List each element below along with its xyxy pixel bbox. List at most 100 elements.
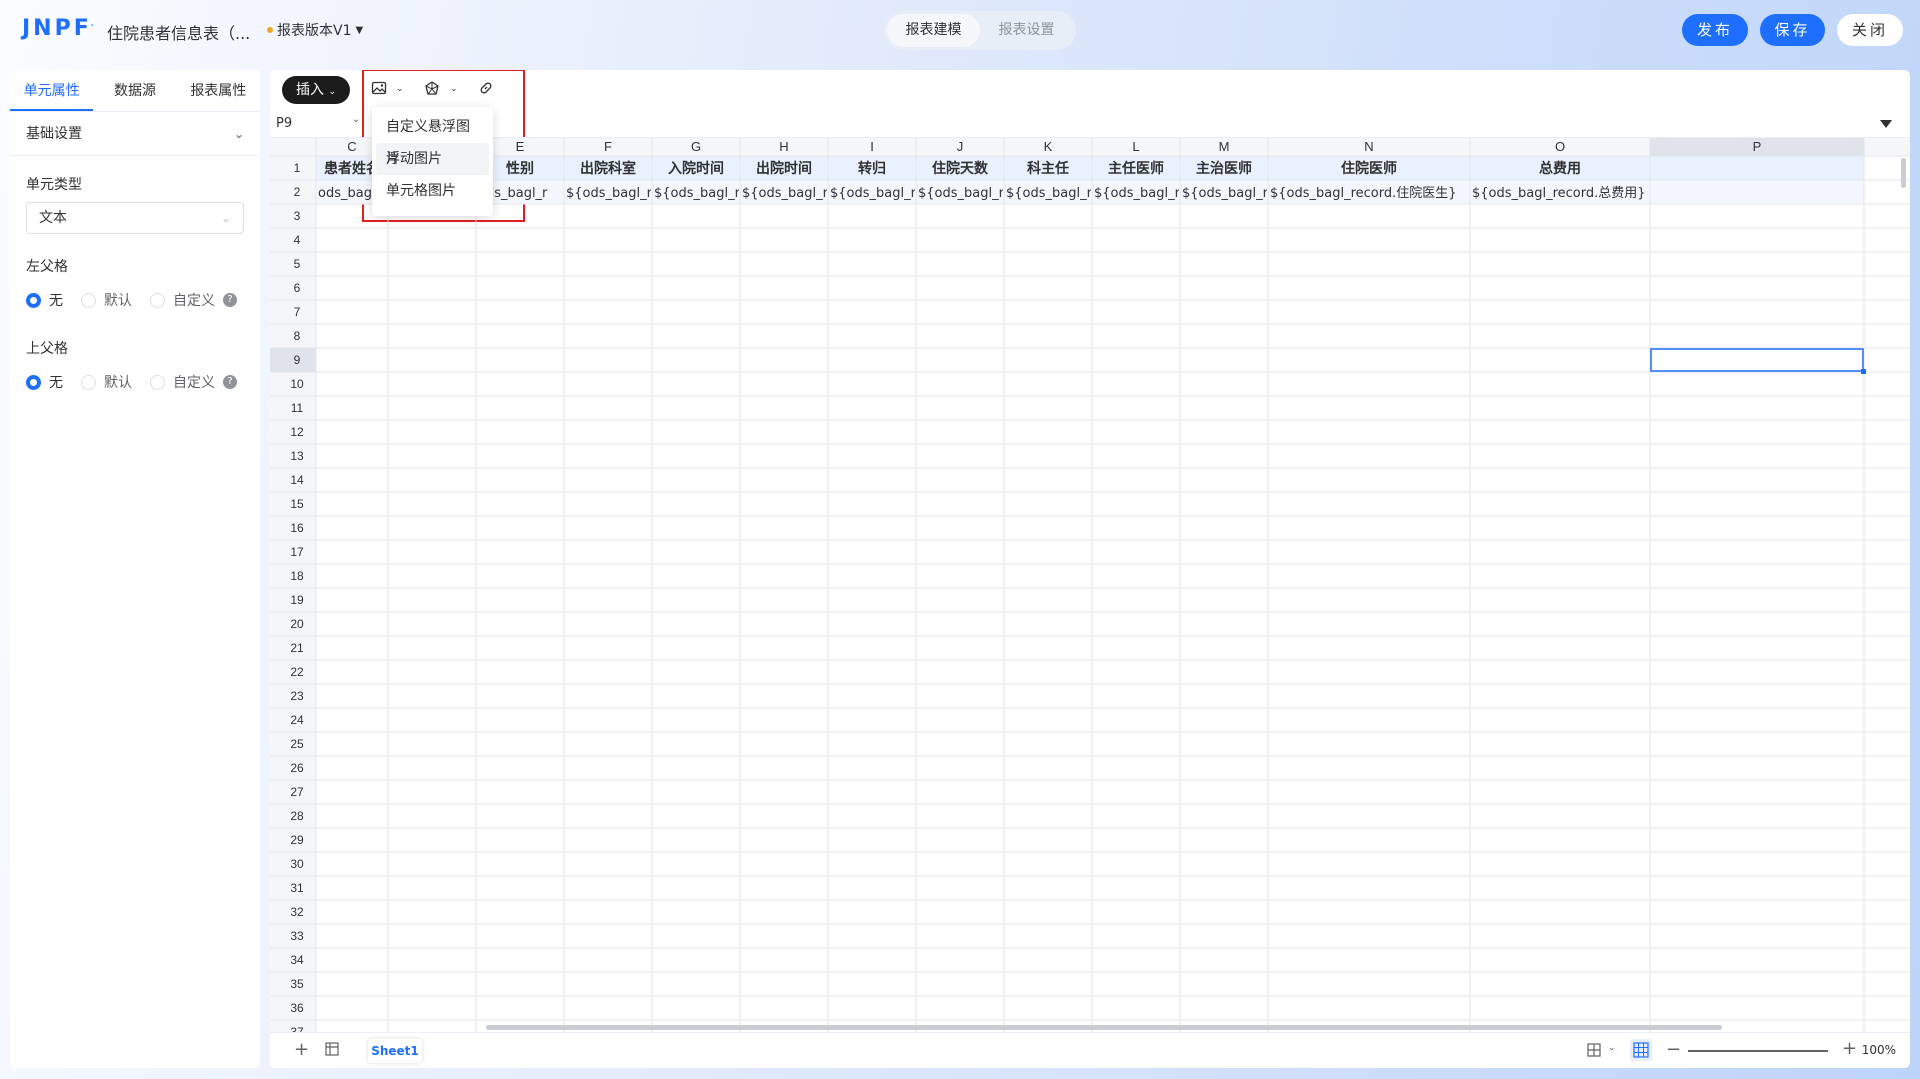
top-parent-custom[interactable]: 自定义?: [150, 372, 237, 392]
field-cell[interactable]: ${ods_bagl_r: [566, 186, 653, 201]
row-header[interactable]: 1: [294, 161, 301, 175]
freeze-icon[interactable]: [1586, 1042, 1602, 1062]
row-header[interactable]: 14: [290, 473, 304, 487]
row-header[interactable]: 16: [290, 521, 304, 535]
save-button[interactable]: 保存: [1760, 14, 1825, 46]
field-cell[interactable]: ${ods_bagl_r: [742, 186, 829, 201]
chevron-down-icon[interactable]: ⌄: [352, 114, 360, 125]
row-header[interactable]: 25: [290, 737, 304, 751]
help-icon[interactable]: ?: [223, 375, 237, 389]
cell-type-select[interactable]: 文本 ⌄: [26, 202, 244, 234]
row-header[interactable]: 17: [290, 545, 304, 559]
header-cell[interactable]: 出院科室: [580, 160, 636, 177]
column-header-h[interactable]: H: [779, 139, 788, 154]
row-header[interactable]: 36: [290, 1001, 304, 1015]
field-cell[interactable]: ods_bag: [318, 186, 372, 201]
sheet-tab[interactable]: Sheet1: [368, 1039, 422, 1063]
gridlines-icon[interactable]: [1630, 1039, 1652, 1061]
add-sheet-icon[interactable]: +: [294, 1039, 309, 1060]
row-header[interactable]: 4: [294, 233, 301, 247]
row-header[interactable]: 26: [290, 761, 304, 775]
row-header[interactable]: 30: [290, 857, 304, 871]
row-header[interactable]: 8: [294, 329, 301, 343]
tab-report-modeling[interactable]: 报表建模: [887, 14, 980, 47]
row-header[interactable]: 20: [290, 617, 304, 631]
left-parent-custom[interactable]: 自定义?: [150, 290, 237, 310]
column-header-e[interactable]: E: [516, 139, 525, 154]
row-header[interactable]: 19: [290, 593, 304, 607]
row-header[interactable]: 11: [291, 401, 304, 415]
column-header-l[interactable]: L: [1132, 139, 1139, 154]
row-header[interactable]: 23: [290, 689, 304, 703]
vertical-scrollbar[interactable]: [1901, 158, 1906, 188]
version-selector[interactable]: 报表版本V1 ▼: [267, 20, 363, 40]
expand-formula-icon[interactable]: [1880, 120, 1892, 128]
grid-canvas[interactable]: CDEFGHIJKLMNOP12345678910111213141516171…: [270, 138, 1910, 1045]
help-icon[interactable]: ?: [223, 293, 237, 307]
row-header[interactable]: 27: [290, 785, 304, 799]
zoom-out-icon[interactable]: −: [1666, 1039, 1681, 1060]
column-header-k[interactable]: K: [1044, 139, 1053, 154]
column-header-m[interactable]: M: [1219, 139, 1230, 154]
field-cell[interactable]: ${ods_bagl_r: [654, 186, 741, 201]
row-header[interactable]: 12: [290, 425, 304, 439]
close-button[interactable]: 关闭: [1837, 14, 1903, 46]
column-header-f[interactable]: F: [604, 139, 612, 154]
insert-button[interactable]: 插入 ⌄: [282, 76, 350, 104]
row-header[interactable]: 29: [290, 833, 304, 847]
field-cell[interactable]: ${ods_bagl_r: [1182, 186, 1269, 201]
column-header-g[interactable]: G: [691, 139, 701, 154]
header-cell[interactable]: 总费用: [1539, 160, 1581, 177]
top-parent-none[interactable]: 无: [26, 372, 63, 392]
header-cell[interactable]: 转归: [858, 160, 886, 177]
column-header-n[interactable]: N: [1364, 139, 1373, 154]
field-cell[interactable]: ${ods_bagl_record.住院医生}: [1270, 186, 1457, 201]
top-parent-default[interactable]: 默认: [81, 372, 132, 392]
row-header[interactable]: 28: [290, 809, 304, 823]
publish-button[interactable]: 发布: [1682, 14, 1748, 46]
field-cell[interactable]: ${ods_bagl_r: [918, 186, 1005, 201]
fill-handle[interactable]: [1861, 369, 1866, 374]
field-cell[interactable]: ${ods_bagl_record.总费用}: [1472, 186, 1646, 201]
menu-item-custom-floating-image[interactable]: 自定义悬浮图片: [376, 111, 489, 167]
row-header[interactable]: 2: [294, 185, 301, 199]
header-cell[interactable]: 主任医师: [1108, 160, 1164, 177]
column-header-i[interactable]: I: [870, 139, 874, 154]
basic-settings-header[interactable]: 基础设置 ⌄: [10, 112, 260, 156]
row-header[interactable]: 5: [294, 257, 301, 271]
left-parent-none[interactable]: 无: [26, 290, 63, 310]
row-header[interactable]: 31: [290, 881, 304, 895]
header-cell[interactable]: 科主任: [1027, 160, 1069, 177]
sheet-list-icon[interactable]: [324, 1041, 340, 1061]
header-cell[interactable]: 性别: [506, 160, 534, 177]
row-header[interactable]: 18: [290, 569, 304, 583]
zoom-slider[interactable]: [1688, 1050, 1828, 1052]
column-header-o[interactable]: O: [1555, 139, 1565, 154]
cell-reference[interactable]: P9: [276, 116, 292, 131]
column-header-j[interactable]: J: [957, 139, 964, 154]
row-header[interactable]: 35: [290, 977, 304, 991]
row-header[interactable]: 15: [290, 497, 304, 511]
header-cell[interactable]: 出院时间: [756, 160, 812, 177]
row-header[interactable]: 7: [294, 305, 301, 319]
tab-data-source[interactable]: 数据源: [93, 70, 176, 111]
tab-report-properties[interactable]: 报表属性: [177, 70, 260, 111]
row-header[interactable]: 13: [290, 449, 304, 463]
tab-cell-properties[interactable]: 单元属性: [10, 70, 94, 111]
selected-cell[interactable]: [1650, 348, 1864, 372]
header-cell[interactable]: 入院时间: [668, 160, 724, 177]
left-parent-default[interactable]: 默认: [81, 290, 132, 310]
row-header[interactable]: 22: [290, 665, 304, 679]
column-header-c[interactable]: C: [347, 139, 356, 154]
menu-item-floating-image[interactable]: 浮动图片: [376, 143, 489, 175]
spreadsheet-grid[interactable]: CDEFGHIJKLMNOP12345678910111213141516171…: [270, 138, 1910, 1068]
header-cell[interactable]: 住院医师: [1341, 160, 1397, 177]
row-header[interactable]: 21: [290, 641, 304, 655]
row-header[interactable]: 34: [290, 953, 304, 967]
field-cell[interactable]: ${ods_bagl_r: [830, 186, 917, 201]
row-header[interactable]: 24: [290, 713, 304, 727]
row-header[interactable]: 6: [294, 281, 301, 295]
row-header[interactable]: 33: [290, 929, 304, 943]
chevron-down-icon[interactable]: ⌄: [1608, 1043, 1616, 1053]
menu-item-cell-image[interactable]: 单元格图片: [376, 175, 489, 207]
